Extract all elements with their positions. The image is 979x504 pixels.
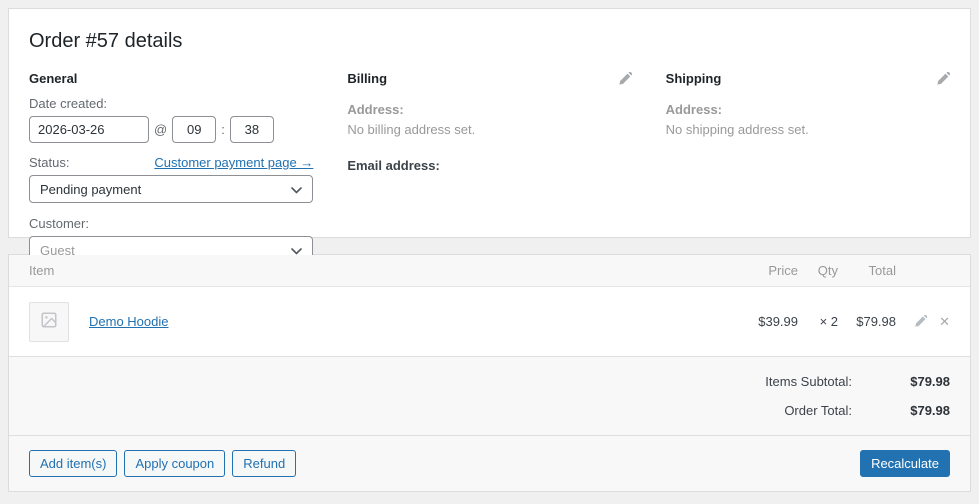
- column-header-total: Total: [838, 263, 896, 278]
- minute-input[interactable]: [230, 116, 274, 143]
- general-column: General Date created: @ : Status: Custom…: [29, 67, 313, 264]
- pencil-icon: [914, 316, 927, 331]
- at-symbol: @: [154, 122, 167, 137]
- shipping-address-value: No shipping address set.: [666, 122, 809, 137]
- billing-address-label: Address:: [347, 102, 403, 117]
- general-heading: General: [29, 71, 77, 86]
- order-total-value: $79.98: [852, 403, 950, 418]
- customer-label: Customer:: [29, 216, 313, 231]
- order-actions-row: Add item(s) Apply coupon Refund Recalcul…: [9, 435, 970, 491]
- order-totals-section: Items Subtotal: $79.98 Order Total: $79.…: [9, 356, 970, 435]
- order-details-panel: Order #57 details General Date created: …: [8, 8, 971, 238]
- refund-button[interactable]: Refund: [232, 450, 296, 477]
- recalculate-button[interactable]: Recalculate: [860, 450, 950, 477]
- order-items-panel: Item Price Qty Total Demo Hoodie $39.99 …: [8, 254, 971, 492]
- page-title: Order #57 details: [29, 29, 950, 53]
- apply-coupon-button[interactable]: Apply coupon: [124, 450, 225, 477]
- items-subtotal-value: $79.98: [852, 374, 950, 389]
- billing-heading: Billing: [347, 71, 387, 86]
- customer-payment-page-link[interactable]: Customer payment page →: [154, 155, 313, 170]
- item-price: $39.99: [708, 314, 798, 329]
- order-total-row: Order Total: $79.98: [29, 396, 950, 425]
- billing-address-value: No billing address set.: [347, 122, 475, 137]
- order-data-columns: General Date created: @ : Status: Custom…: [29, 67, 950, 264]
- billing-edit-button[interactable]: [618, 72, 632, 86]
- date-created-label: Date created:: [29, 96, 313, 111]
- column-header-price: Price: [708, 263, 798, 278]
- billing-address-block: Address: No billing address set.: [347, 100, 631, 140]
- order-status-value: Pending payment: [40, 182, 141, 197]
- shipping-address-block: Address: No shipping address set.: [666, 100, 950, 140]
- item-delete-icon[interactable]: ✕: [939, 315, 950, 328]
- item-edit-button[interactable]: [914, 315, 927, 328]
- order-status-select[interactable]: Pending payment: [29, 175, 313, 203]
- billing-column: Billing Address: No billing address set.…: [347, 67, 631, 264]
- items-subtotal-label: Items Subtotal:: [765, 374, 852, 389]
- time-separator: :: [221, 122, 225, 137]
- shipping-edit-button[interactable]: [936, 72, 950, 86]
- item-qty: × 2: [798, 314, 838, 329]
- items-subtotal-row: Items Subtotal: $79.98: [29, 367, 950, 396]
- add-items-button[interactable]: Add item(s): [29, 450, 117, 477]
- order-total-label: Order Total:: [784, 403, 852, 418]
- image-placeholder-icon: [40, 311, 58, 332]
- pencil-icon: [936, 74, 950, 89]
- pencil-icon: [618, 74, 632, 89]
- product-thumbnail: [29, 302, 69, 342]
- date-input[interactable]: [29, 116, 149, 143]
- product-name-link[interactable]: Demo Hoodie: [89, 314, 169, 329]
- items-table-header: Item Price Qty Total: [9, 255, 970, 287]
- date-created-row: @ :: [29, 116, 313, 143]
- item-total: $79.98: [838, 314, 896, 329]
- shipping-address-label: Address:: [666, 102, 722, 117]
- hour-input[interactable]: [172, 116, 216, 143]
- chevron-down-icon: [291, 182, 302, 197]
- column-header-item: Item: [29, 263, 708, 278]
- billing-email-label: Email address:: [347, 158, 631, 173]
- status-label: Status:: [29, 155, 69, 170]
- table-row: Demo Hoodie $39.99 × 2 $79.98 ✕: [9, 287, 970, 356]
- shipping-column: Shipping Address: No shipping address se…: [666, 67, 950, 264]
- shipping-heading: Shipping: [666, 71, 722, 86]
- column-header-qty: Qty: [798, 263, 838, 278]
